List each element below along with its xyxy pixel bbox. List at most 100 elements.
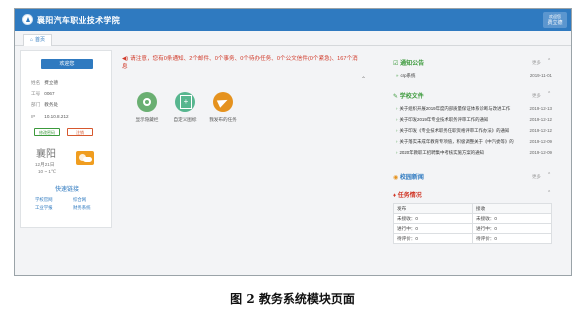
eye-icon: [137, 92, 157, 112]
paper-plane-icon: [213, 92, 233, 112]
info-key: 工号: [31, 91, 41, 96]
quick-link-finance[interactable]: 财务系统: [73, 205, 91, 211]
info-row-name: 姓名 费立德: [31, 80, 58, 86]
custom-icon-button[interactable]: 自定义图标: [168, 92, 202, 123]
item-title: crp系统: [400, 73, 416, 78]
quick-links-title: 快速链接: [54, 187, 79, 193]
item-title: 关于落实未成年教育专项值，积极调整关于《中汽委等》的: [399, 139, 514, 144]
list-item[interactable]: » crp系统 2019-11-01: [396, 73, 552, 80]
tab-home-label: 首页: [35, 37, 46, 43]
table-cell[interactable]: 进行中：0: [393, 223, 473, 234]
item-title: 关于组织开展2019年度内部质量保证体系诊断与改进工作: [399, 106, 511, 111]
info-value: 10.10.8.212: [44, 114, 69, 119]
info-row-dept: 部门 教务处: [31, 102, 58, 108]
item-date: 2019-12-13: [529, 106, 552, 111]
action-label: 自定义图标: [173, 117, 197, 122]
campus-news-more-link[interactable]: 更多: [532, 174, 541, 180]
quick-link-school-site[interactable]: 学校官网: [35, 197, 53, 203]
item-date: 2019-11-01: [529, 73, 552, 78]
show-hide-bar-button[interactable]: 显示隐藏栏: [130, 92, 164, 123]
quick-link-portal[interactable]: 综合网: [73, 197, 86, 203]
info-value: 教务处: [44, 102, 59, 107]
table-cell[interactable]: 未接收：0: [472, 213, 552, 224]
table-cell[interactable]: 进行中：0: [472, 223, 552, 234]
list-item[interactable]: › 关于印发2019年专业技术职务评审工作的通知 2019-12-12: [396, 117, 552, 124]
task-status-title-text: 任务情况: [397, 193, 422, 199]
change-password-button[interactable]: 修改密码: [34, 128, 60, 136]
collapse-chevron-icon[interactable]: ⌃: [547, 58, 551, 64]
task-status-table: 发布 接收 未接收：0 未接收：0 进行中：0 进行中：0 待评价：0 待评价：…: [393, 203, 552, 244]
app-title: 襄阳汽车职业技术学院: [37, 16, 120, 25]
item-title: 2020年教职工招聘集中考核实施方案的通知: [399, 150, 484, 155]
task-status-title: ♦ 任务情况: [393, 190, 422, 199]
item-title: 关于印发《专业技术职务任职资格评审工作办法》的通知: [399, 128, 510, 133]
my-tasks-button[interactable]: 我发布的任务: [206, 92, 240, 123]
action-label: 我发布的任务: [209, 117, 237, 122]
announcements-title-text: 通知公告: [400, 61, 425, 67]
app-header: 襄阳汽车职业技术学院 欢迎您 费立德: [15, 9, 571, 31]
documents-title-text: 学校文件: [399, 94, 424, 100]
bullet-icon: »: [396, 73, 399, 78]
notice-banner[interactable]: ◀) 请注意，您有0条通知、2个邮件、0个事务、0个待办任务、0个公文信件(0个紧…: [122, 55, 362, 71]
tab-home[interactable]: ⌂ 首页: [23, 34, 53, 46]
list-item[interactable]: › 关于组织开展2019年度内部质量保证体系诊断与改进工作 2019-12-13: [396, 106, 552, 113]
tab-bar: ⌂ 首页: [15, 31, 571, 46]
logout-button[interactable]: 注销: [67, 128, 93, 136]
table-header-cell: 接收: [472, 203, 552, 214]
bell-icon: ♦: [393, 193, 397, 199]
collapse-chevron-icon[interactable]: ⌃: [361, 76, 366, 83]
announcements-title: ☑ 通知公告: [393, 58, 424, 67]
info-key: IP: [31, 114, 36, 119]
weather-city: 襄阳: [36, 149, 56, 160]
info-key: 部门: [31, 102, 41, 107]
collapse-chevron-icon[interactable]: ⌃: [547, 91, 551, 97]
info-value: 费立德: [44, 80, 59, 85]
list-item[interactable]: › 关于落实未成年教育专项值，积极调整关于《中汽委等》的 2019-12-09: [396, 139, 552, 146]
item-date: 2019-12-12: [529, 117, 552, 122]
table-cell[interactable]: 待评价：0: [393, 233, 473, 244]
table-header-row: 发布 接收: [393, 203, 552, 214]
item-date: 2019-12-09: [529, 139, 552, 144]
announcements-more-link[interactable]: 更多: [532, 60, 541, 66]
weather-temp: 10 ~ 1℃: [38, 169, 57, 174]
leaf-icon: ✎: [393, 94, 399, 100]
user-name: 费立德: [547, 20, 563, 26]
item-date: 2019-12-12: [529, 128, 552, 133]
welcome-badge: 欢迎您: [41, 59, 93, 69]
collapse-chevron-icon[interactable]: ⌃: [547, 190, 551, 196]
table-cell[interactable]: 待评价：0: [472, 233, 552, 244]
table-row: 进行中：0 进行中：0: [393, 223, 552, 234]
info-value: 0067: [44, 91, 55, 96]
bullet-icon: ›: [396, 106, 398, 111]
table-cell[interactable]: 未接收：0: [393, 213, 473, 224]
campus-news-title-text: 校园新闻: [399, 175, 424, 181]
documents-more-link[interactable]: 更多: [532, 93, 541, 99]
info-key: 姓名: [31, 80, 41, 85]
table-row: 未接收：0 未接收：0: [393, 213, 552, 224]
table-header-cell: 发布: [393, 203, 473, 214]
table-row: 待评价：0 待评价：0: [393, 233, 552, 244]
documents-title: ✎ 学校文件: [393, 91, 424, 100]
quick-link-journal[interactable]: 工业学报: [35, 205, 53, 211]
notice-text: 请注意，您有0条通知、2个邮件、0个事务、0个待办任务、0个公文信件(0个紧急)…: [122, 56, 358, 70]
user-info-card: 欢迎您 姓名 费立德 工号 0067 部门 教务处 IP 10.10.8.212…: [20, 50, 112, 228]
bullet-icon: ›: [396, 128, 398, 133]
list-item[interactable]: › 关于印发《专业技术职务任职资格评审工作办法》的通知 2019-12-12: [396, 128, 552, 135]
item-date: 2019-12-09: [529, 150, 552, 155]
plus-icon: [175, 92, 195, 112]
item-title: 关于印发2019年专业技术职务评审工作的通知: [399, 117, 489, 122]
figure-caption: 图 2 教务系统模块页面: [230, 292, 355, 306]
user-menu[interactable]: 欢迎您 费立德: [543, 12, 567, 28]
rss-icon: ◉: [393, 175, 399, 181]
home-icon: ⌂: [30, 37, 34, 43]
bullet-icon: ›: [396, 139, 398, 144]
info-row-id: 工号 0067: [31, 91, 55, 97]
speaker-icon: ◀): [122, 56, 129, 62]
announce-icon: ☑: [393, 61, 399, 67]
list-item[interactable]: › 2020年教职工招聘集中考核实施方案的通知 2019-12-09: [396, 150, 552, 157]
weather-date: 12月21日: [35, 162, 55, 167]
bullet-icon: ›: [396, 150, 398, 155]
info-row-ip: IP 10.10.8.212: [31, 114, 69, 119]
collapse-chevron-icon[interactable]: ⌃: [547, 172, 551, 178]
cloudy-weather-icon: [76, 151, 94, 165]
